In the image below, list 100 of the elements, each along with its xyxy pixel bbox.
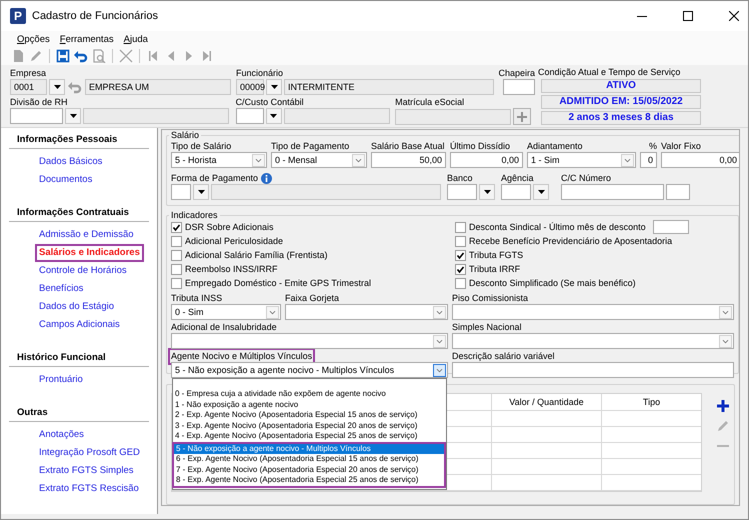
select-field[interactable]: 0 - Mensal <box>271 152 367 168</box>
maximize-icon[interactable] <box>683 11 693 21</box>
group-title: Salário <box>170 130 200 140</box>
field-label: Faixa Gorjeta <box>285 292 340 304</box>
triangle-down-icon <box>198 190 204 194</box>
triangle-down-icon <box>270 114 278 118</box>
chevron-down-icon <box>621 154 634 166</box>
checkbox[interactable] <box>171 250 182 260</box>
triangle-down-icon <box>54 85 60 89</box>
select-field[interactable] <box>452 304 734 320</box>
input-field[interactable] <box>452 362 734 378</box>
section-heading: Informações Contratuais <box>9 207 149 222</box>
field-label: Adicional de Insalubridade <box>171 322 277 332</box>
checkbox-label: Empregado Doméstico - Emite GPS Trimestral <box>185 278 372 288</box>
field-label: C/C Número <box>561 172 612 184</box>
dropdown-button[interactable] <box>266 108 282 124</box>
dropdown-button[interactable] <box>65 108 81 124</box>
section-heading: Histórico Funcional <box>9 352 149 367</box>
checkbox[interactable] <box>455 278 466 288</box>
select-field[interactable]: 5 - Horista <box>171 152 267 168</box>
nav-link[interactable]: Anotações <box>35 426 88 444</box>
field-label: Tipo de Salário <box>171 140 232 152</box>
dropdown-button[interactable] <box>533 184 549 200</box>
chevron-down-icon <box>252 154 265 166</box>
nav-link[interactable]: Integração Prosoft GED <box>35 444 144 462</box>
dropdown-button[interactable] <box>479 184 495 200</box>
input-field: INTERMITENTE <box>284 79 494 95</box>
input-field[interactable] <box>652 220 689 234</box>
list-option[interactable]: 3 - Exp. Agente Nocivo (Aposentadoria Especial 20 anos de serviço) <box>173 420 446 431</box>
menu-item[interactable]: Ajuda <box>118 34 153 44</box>
list-option[interactable]: 1 - Não exposição a agente nocivo <box>173 400 446 410</box>
chevron-down-icon <box>719 334 732 348</box>
nav-link[interactable]: Extrato FGTS Rescisão <box>35 480 143 498</box>
dropdown-button[interactable] <box>49 79 65 95</box>
select-field[interactable] <box>171 333 448 349</box>
input-field[interactable] <box>501 184 531 200</box>
list-option[interactable]: 5 - Não exposição a agente nocivo - Multiplos Vínculos <box>174 444 444 454</box>
input-field[interactable] <box>171 184 191 200</box>
input-field[interactable] <box>10 108 63 124</box>
checkbox[interactable] <box>455 264 466 274</box>
nav-link[interactable]: Salários e Indicadores <box>35 244 144 262</box>
input-field[interactable] <box>447 184 477 200</box>
menu-item[interactable]: Opções <box>12 34 55 44</box>
info-icon[interactable] <box>261 172 272 184</box>
nav-link[interactable]: Documentos <box>35 171 96 189</box>
nav-link[interactable]: Extrato FGTS Simples <box>35 462 138 480</box>
checkbox[interactable] <box>171 236 182 246</box>
input-field[interactable]: 0,00 <box>450 152 523 168</box>
select-field[interactable] <box>285 304 448 320</box>
triangle-down-icon <box>484 190 490 194</box>
checkbox[interactable] <box>171 264 182 274</box>
checkbox[interactable] <box>171 222 182 232</box>
nav-link[interactable]: Prontuário <box>35 371 87 389</box>
checkbox-label: Adicional Periculosidade <box>185 236 284 246</box>
input-field[interactable] <box>236 108 264 124</box>
list-option[interactable]: 2 - Exp. Agente Nocivo (Aposentadoria Especial 15 anos de serviço) <box>173 410 446 420</box>
list-option[interactable]: 4 - Exp. Agente Nocivo (Aposentadoria Especial 25 anos de serviço) <box>173 431 446 442</box>
menu-item[interactable]: Ferramentas <box>54 34 119 44</box>
input-field[interactable] <box>561 184 664 200</box>
input-field[interactable]: 0,00 <box>661 152 739 168</box>
list-option[interactable]: 8 - Exp. Agente Nocivo (Aposentadoria Especial 25 anos de serviço) <box>174 475 444 486</box>
add-button[interactable] <box>513 108 532 125</box>
list-option[interactable]: 6 - Exp. Agente Nocivo (Aposentadoria Especial 15 anos de serviço) <box>174 454 444 464</box>
input-field[interactable]: 50,00 <box>371 152 446 168</box>
input-field[interactable]: 0 <box>640 152 657 168</box>
list-option[interactable]: 7 - Exp. Agente Nocivo (Aposentadoria Especial 20 anos de serviço) <box>174 464 444 475</box>
column-header: Valor / Quantidade <box>492 394 602 410</box>
nav-link[interactable]: Admissão e Demissão <box>35 226 138 244</box>
undo-icon[interactable] <box>74 49 88 63</box>
window-title: Cadastro de Funcionários <box>32 10 159 22</box>
select-field[interactable]: 1 - Sim <box>527 152 636 168</box>
input-field[interactable] <box>666 184 690 200</box>
checkbox[interactable] <box>455 222 466 232</box>
nav-link[interactable]: Campos Adicionais <box>35 316 124 334</box>
list-option[interactable]: 0 - Empresa cuja a atividade não expõem de agente nocivo <box>173 389 446 400</box>
save-icon[interactable] <box>56 49 70 63</box>
status-field: 2 anos 3 meses 8 dias <box>541 111 701 125</box>
add-icon[interactable] <box>716 399 730 413</box>
checkbox[interactable] <box>171 278 182 288</box>
input-field[interactable] <box>503 79 535 95</box>
select-field[interactable] <box>452 333 734 349</box>
field-label: Banco <box>447 172 473 184</box>
checkbox-label: Desconto Simplificado (Se mais benéfico) <box>469 278 636 288</box>
checkbox[interactable] <box>455 250 466 260</box>
nav-link[interactable]: Dados do Estágio <box>35 298 118 316</box>
field-label: Divisão de RH <box>10 96 68 108</box>
field-label: Piso Comissionista <box>452 292 528 304</box>
nav-link[interactable]: Controle de Horários <box>35 262 131 280</box>
field-label: C/Custo Contábil <box>236 96 304 108</box>
chevron-down-icon <box>719 306 732 318</box>
dropdown-button[interactable] <box>193 184 209 200</box>
close-icon[interactable] <box>729 11 739 21</box>
select-field[interactable]: 0 - Sim <box>171 304 281 320</box>
status-field: ADMITIDO EM: 15/05/2022 <box>541 95 701 109</box>
select-field[interactable]: 5 - Não exposição a agente nocivo - Multiplos Vínculos <box>171 362 448 378</box>
dropdown-button[interactable] <box>266 79 282 95</box>
checkbox[interactable] <box>455 236 466 246</box>
app-logo: P <box>10 8 26 24</box>
nav-link[interactable]: Dados Básicos <box>35 153 106 171</box>
nav-link[interactable]: Benefícios <box>35 280 88 298</box>
